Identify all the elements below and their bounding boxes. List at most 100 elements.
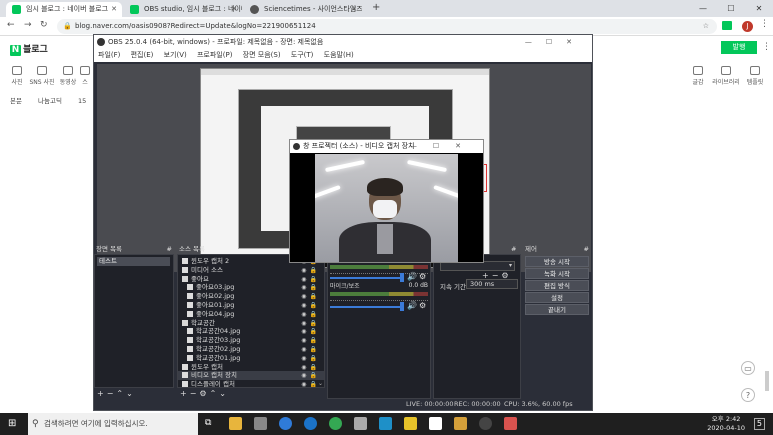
menu-tools[interactable]: 도구(T): [291, 51, 314, 59]
clock[interactable]: 오후 2:42 2020-04-10: [707, 415, 745, 433]
minimize-button[interactable]: —: [689, 0, 717, 17]
studio-mode-button[interactable]: 편집 방식: [525, 280, 589, 291]
address-bar[interactable]: 🔒 blog.naver.com/oasis0908?Redirect=Upda…: [57, 19, 717, 34]
tool-template[interactable]: 템플릿: [742, 66, 768, 86]
menu-help[interactable]: 도움말(H): [324, 51, 354, 59]
chat-icon[interactable]: ▭: [741, 361, 755, 375]
notes-icon[interactable]: [404, 417, 417, 430]
app-icon[interactable]: [454, 417, 467, 430]
ie-icon[interactable]: [279, 417, 292, 430]
tool-sticker[interactable]: 스: [78, 66, 92, 86]
notification-icon[interactable]: 5: [753, 418, 765, 430]
visibility-lock-icon[interactable]: ◉🔒: [301, 363, 320, 372]
paragraph-style-select[interactable]: 본문: [10, 97, 22, 105]
source-item[interactable]: 학교공간01.jpg ◉🔒: [178, 354, 324, 363]
new-tab-button[interactable]: +: [372, 2, 380, 13]
start-recording-button[interactable]: 녹화 시작: [525, 268, 589, 279]
more-menu-icon[interactable]: ⋮: [760, 19, 769, 29]
source-item[interactable]: 디스플레이 캡처 ◉🔒: [178, 380, 324, 387]
move-down-button[interactable]: ⌄: [219, 389, 229, 398]
move-down-button[interactable]: ⌄: [126, 389, 136, 398]
reload-icon[interactable]: ↻: [40, 20, 48, 30]
close-tab-icon[interactable]: ✕: [231, 2, 237, 17]
star-icon[interactable]: ☆: [703, 19, 709, 34]
tab-sciencetimes[interactable]: Sciencetimes - 사이언스타임즈 ✕: [244, 2, 362, 17]
menu-profile[interactable]: 프로파일(P): [197, 51, 232, 59]
tool-sns-photo[interactable]: SNS 사진: [29, 66, 55, 86]
visibility-lock-icon[interactable]: ◉🔒: [301, 292, 320, 301]
close-window-button[interactable]: ✕: [745, 0, 773, 17]
font-size-select[interactable]: 15: [78, 97, 86, 105]
chrome-icon[interactable]: [329, 417, 342, 430]
source-item[interactable]: 학교공간02.jpg ◉🔒: [178, 345, 324, 354]
settings-icon[interactable]: [254, 417, 267, 430]
source-item[interactable]: 좋아요04.jpg ◉🔒: [178, 310, 324, 319]
visibility-lock-icon[interactable]: ◉🔒: [301, 327, 320, 336]
more-icon[interactable]: ⋮: [762, 42, 771, 52]
move-up-button[interactable]: ⌃: [116, 389, 126, 398]
taskbar-search[interactable]: ⚲ 검색하려면 여기에 입력하십시오.: [28, 413, 198, 435]
duration-input[interactable]: 300 ms: [466, 279, 518, 289]
forward-icon[interactable]: →: [24, 20, 32, 30]
file-explorer-icon[interactable]: [229, 417, 242, 430]
avatar[interactable]: J: [742, 21, 753, 32]
app-icon[interactable]: [354, 417, 367, 430]
projector-window-controls[interactable]: —☐✕: [410, 140, 477, 153]
gear-icon[interactable]: ⚙: [419, 272, 426, 281]
settings-button[interactable]: 설정: [525, 292, 589, 303]
add-source-button[interactable]: +: [180, 389, 190, 398]
dock-menu-icon[interactable]: #: [511, 245, 516, 253]
tool-library[interactable]: 라이브러리: [711, 66, 741, 86]
visibility-lock-icon[interactable]: ◉🔒: [301, 283, 320, 292]
visibility-lock-icon[interactable]: ◉🔒: [301, 301, 320, 310]
dock-menu-icon[interactable]: #: [584, 245, 589, 254]
exit-button[interactable]: 끝내기: [525, 304, 589, 315]
page-scrollbar[interactable]: [765, 371, 769, 391]
source-item[interactable]: 미디어 소스 ◉🔒: [178, 266, 324, 275]
source-item[interactable]: 좋아요01.jpg ◉🔒: [178, 301, 324, 310]
volume-slider[interactable]: [330, 277, 402, 279]
tab-naver-blog[interactable]: 임시 블로그 : 네이버 블로그 ✕: [6, 2, 122, 17]
speaker-icon[interactable]: 🔊: [407, 272, 417, 281]
publish-button[interactable]: 발행: [721, 41, 757, 54]
font-family-select[interactable]: 나눔고딕: [38, 97, 62, 105]
menu-scene-collection[interactable]: 장면 모음(S): [243, 51, 281, 59]
help-icon[interactable]: ?: [741, 388, 755, 402]
visibility-lock-icon[interactable]: ◉🔒: [301, 266, 320, 275]
move-up-button[interactable]: ⌃: [210, 389, 220, 398]
tool-material[interactable]: 글감: [685, 66, 711, 86]
visibility-lock-icon[interactable]: ◉🔒: [301, 354, 320, 363]
gear-icon[interactable]: ⚙: [419, 301, 426, 310]
close-tab-icon[interactable]: ✕: [351, 2, 357, 17]
remove-source-button[interactable]: −: [190, 389, 200, 398]
app-icon[interactable]: [429, 417, 442, 430]
menu-file[interactable]: 파일(F): [98, 51, 120, 59]
obs-taskbar-icon[interactable]: [479, 417, 492, 430]
app-icon[interactable]: [379, 417, 392, 430]
obs-window-controls[interactable]: —☐✕: [525, 35, 586, 49]
remove-scene-button[interactable]: −: [107, 389, 117, 398]
close-tab-icon[interactable]: ✕: [111, 2, 117, 17]
menu-view[interactable]: 보기(V): [164, 51, 187, 59]
visibility-lock-icon[interactable]: ◉🔒: [301, 336, 320, 345]
menu-edit[interactable]: 편집(E): [131, 51, 154, 59]
visibility-lock-icon[interactable]: ◉🔒: [301, 319, 320, 328]
blog-logo[interactable]: N 블로그: [10, 42, 48, 56]
tab-obs-studio[interactable]: OBS studio, 임시 블로그 : 네이버 ✕: [124, 2, 242, 17]
tool-photo[interactable]: 사진: [4, 66, 30, 86]
source-properties-icon[interactable]: ⚙: [199, 389, 209, 398]
speaker-icon[interactable]: 🔊: [407, 301, 417, 310]
edge-icon[interactable]: [304, 417, 317, 430]
windows-start-icon[interactable]: ⊞: [8, 418, 16, 429]
sources-scroll-down-icon[interactable]: ⌄: [318, 380, 324, 388]
visibility-lock-icon[interactable]: ◉🔒: [301, 345, 320, 354]
volume-slider-thumb[interactable]: [400, 273, 404, 282]
start-streaming-button[interactable]: 방송 시작: [525, 256, 589, 267]
back-icon[interactable]: ←: [7, 20, 15, 30]
add-scene-button[interactable]: +: [97, 389, 107, 398]
extension-icon[interactable]: [722, 21, 732, 30]
source-item[interactable]: 학교공간03.jpg ◉🔒: [178, 336, 324, 345]
app-icon[interactable]: [504, 417, 517, 430]
volume-slider[interactable]: [330, 306, 402, 308]
dock-menu-icon[interactable]: #: [167, 245, 172, 254]
